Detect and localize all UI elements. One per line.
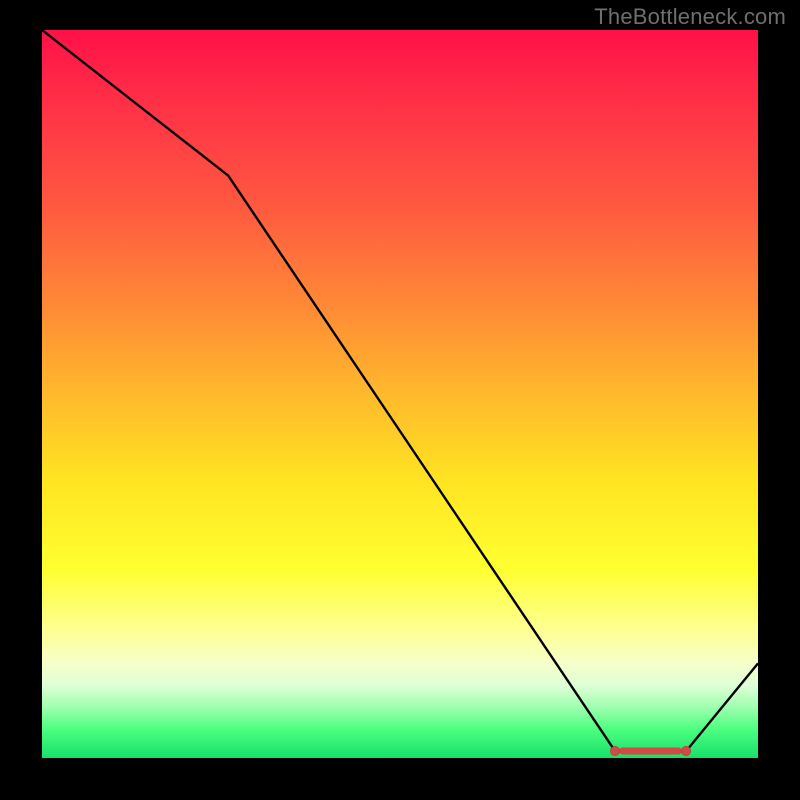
- curve-path: [42, 30, 758, 751]
- plot-area: [42, 30, 758, 758]
- optimal-range-bar: [619, 747, 683, 754]
- attribution-text: TheBottleneck.com: [594, 4, 786, 30]
- optimal-range-start-dot-icon: [610, 746, 620, 756]
- curve-line: [42, 30, 758, 758]
- chart-root: TheBottleneck.com: [0, 0, 800, 800]
- optimal-range-end-dot-icon: [681, 746, 691, 756]
